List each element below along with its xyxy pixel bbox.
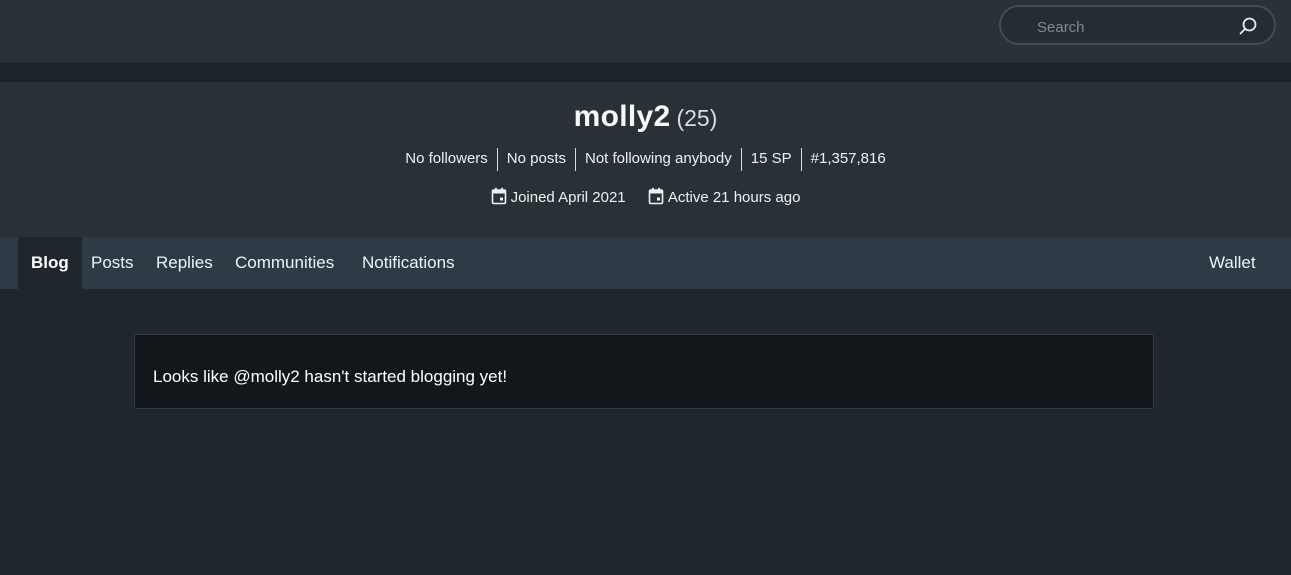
- tab-replies[interactable]: Replies: [156, 237, 213, 289]
- posts-count: No posts: [498, 148, 576, 171]
- steem-power: 15 SP: [742, 148, 802, 171]
- tab-notifications[interactable]: Notifications: [362, 237, 455, 289]
- top-header: [0, 0, 1291, 64]
- search-icon[interactable]: [1237, 15, 1259, 37]
- rank: #1,357,816: [810, 150, 886, 167]
- profile-meta: Joined April 2021 Active 21 hours ago: [0, 187, 1291, 206]
- profile-name-row: molly2 (25): [0, 100, 1291, 134]
- profile-tabs: Blog Posts Replies Communities Notificat…: [0, 237, 1291, 289]
- profile-banner: molly2 (25) No followers No posts Not follo…: [0, 82, 1291, 237]
- calendar-icon: [491, 187, 506, 205]
- calendar-icon: [648, 187, 664, 205]
- followers-count[interactable]: No followers: [396, 148, 498, 171]
- search-box[interactable]: [999, 5, 1276, 45]
- header-divider-band: [0, 64, 1291, 82]
- joined-text: Joined April 2021: [510, 189, 626, 206]
- last-active: Active 21 hours ago: [648, 187, 801, 206]
- joined-date: Joined April 2021: [491, 187, 626, 206]
- following-count[interactable]: Not following anybody: [576, 148, 742, 171]
- tab-posts[interactable]: Posts: [91, 237, 134, 289]
- search-input[interactable]: [1035, 15, 1229, 39]
- reputation-score: (25): [676, 105, 718, 131]
- active-text: Active 21 hours ago: [667, 189, 801, 206]
- profile-stats: No followers No posts Not following anybod…: [0, 148, 1291, 171]
- empty-blog-message: Looks like @molly2 hasn't started bloggi…: [153, 367, 508, 386]
- tab-blog[interactable]: Blog: [18, 237, 82, 289]
- tab-communities[interactable]: Communities: [235, 237, 334, 289]
- empty-blog-card: Looks like @molly2 hasn't started bloggi…: [134, 334, 1154, 409]
- profile-username: molly2: [573, 100, 671, 133]
- tab-wallet[interactable]: Wallet: [1209, 237, 1256, 289]
